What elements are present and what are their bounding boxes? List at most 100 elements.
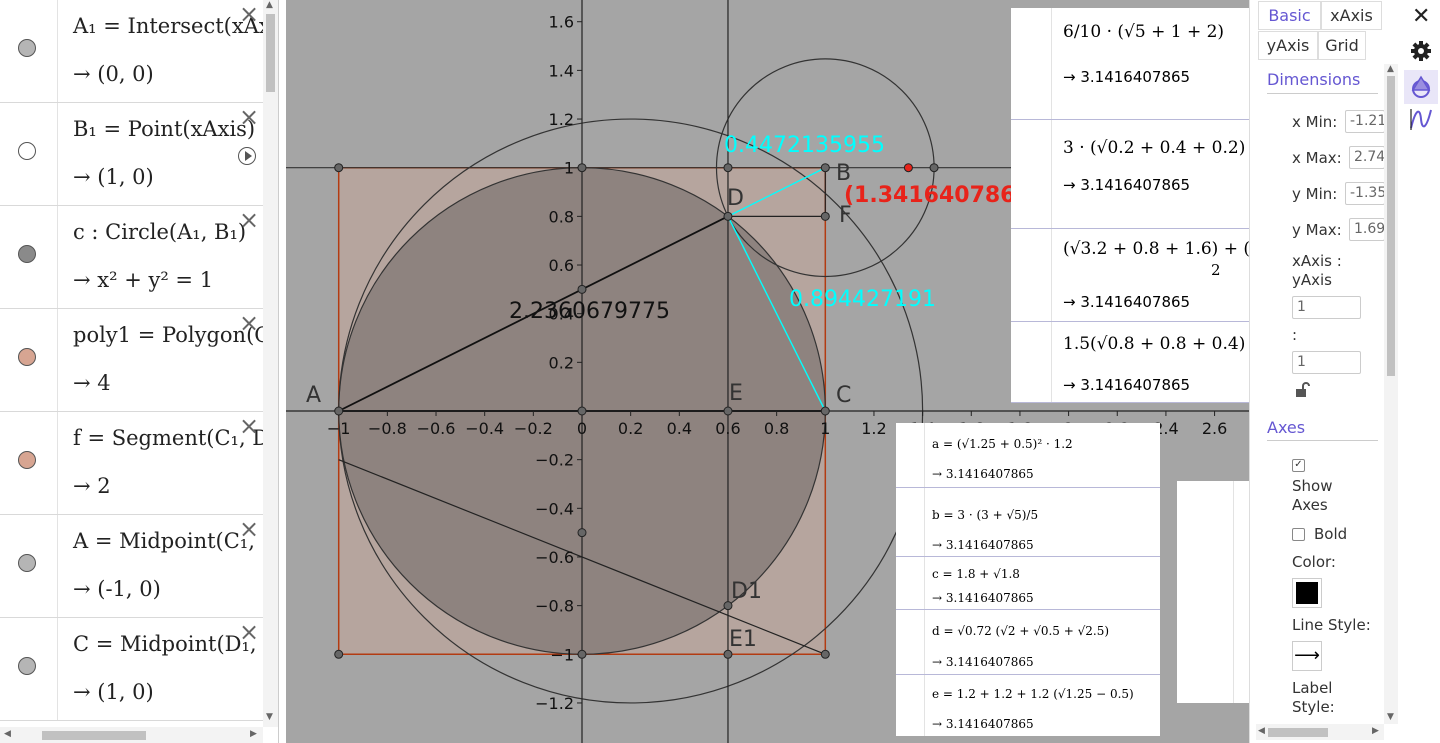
visibility-marble-icon[interactable] <box>18 39 36 57</box>
visibility-marble-icon[interactable] <box>18 142 36 160</box>
style-bar-vertical-scroll-thumb[interactable] <box>1387 76 1395 376</box>
cas-panel-bottom: a = (√1.25 + 0.5)² · 1.2 → 3.1416407865 … <box>896 423 1160 736</box>
algebra-definition[interactable]: c : Circle(A₁, B₁) <box>73 220 246 244</box>
color-label: Color: <box>1292 553 1336 571</box>
delete-icon[interactable]: × <box>239 414 259 438</box>
ratio-y-field[interactable]: 1 <box>1292 351 1361 374</box>
algebra-item[interactable]: B₁ = Point(xAxis) → (1, 0) × <box>0 103 263 206</box>
blank-panel-divider <box>1233 481 1234 703</box>
algebra-item[interactable]: c : Circle(A₁, B₁) → x² + y² = 1 × <box>0 206 263 309</box>
x-tick-label: −0.4 <box>465 419 504 438</box>
cas-panel-top: 6/10 · (√5 + 1 + 2) → 3.1416407865 3 · (… <box>1011 8 1249 403</box>
ratio-yaxis-label: yAxis <box>1292 271 1332 289</box>
x-tick-label: 0.2 <box>618 419 643 438</box>
cas-result: → 3.1416407865 <box>1063 293 1191 311</box>
cas-expression: 3 · (√0.2 + 0.4 + 0.2) <box>1063 138 1246 158</box>
visibility-toggle[interactable] <box>0 412 58 514</box>
algebra-value: → 2 <box>73 474 111 498</box>
algebra-horizontal-scrollbar[interactable]: ◀ ▶ <box>0 727 263 743</box>
cas-cell[interactable]: b = 3 · (3 + √5)/5 → 3.1416407865 <box>896 488 1160 557</box>
delete-icon[interactable]: × <box>239 517 259 541</box>
cas-cell[interactable]: c = 1.8 + √1.8 → 3.1416407865 <box>896 557 1160 610</box>
point <box>820 211 830 221</box>
x-tick-label: −1 <box>327 419 351 438</box>
ymax-field[interactable]: 1.693 <box>1349 218 1385 241</box>
algebra-item[interactable]: A₁ = Intersect(xAx → (0, 0) × <box>0 0 271 103</box>
visibility-marble-icon[interactable] <box>18 451 36 469</box>
cas-cell[interactable]: 1.5(√0.8 + 0.8 + 0.4) → 3.1416407865 <box>1011 322 1249 403</box>
axis-color-button[interactable] <box>1292 578 1322 608</box>
x-tick-label: 1.2 <box>861 419 886 438</box>
bold-checkbox[interactable] <box>1292 528 1305 541</box>
visibility-marble-icon[interactable] <box>18 245 36 263</box>
delete-icon[interactable]: × <box>239 620 259 644</box>
xmin-field[interactable]: -1.213 <box>1345 110 1385 133</box>
xmax-field[interactable]: 2.742 <box>1349 146 1385 169</box>
algebra-item[interactable]: f = Segment(C₁, D → 2 × <box>0 412 269 515</box>
visibility-toggle[interactable] <box>0 309 58 411</box>
visibility-toggle[interactable] <box>0 103 58 205</box>
cas-result: → 3.1416407865 <box>1063 176 1191 194</box>
style-bar-horizontal-scroll-thumb[interactable] <box>1268 728 1328 737</box>
ymin-field[interactable]: -1.350 <box>1345 182 1385 205</box>
cas-expression-denominator: 2 <box>1211 261 1221 279</box>
cas-cell[interactable]: a = (√1.25 + 0.5)² · 1.2 → 3.1416407865 <box>896 423 1160 488</box>
cas-cell[interactable]: 3 · (√0.2 + 0.4 + 0.2) → 3.1416407865 <box>1011 120 1249 229</box>
graphics-view-icon[interactable] <box>1404 70 1438 104</box>
delete-icon[interactable]: × <box>239 2 259 26</box>
algebra-item[interactable]: A = Midpoint(C₁, → (-1, 0) × <box>0 515 263 618</box>
visibility-toggle[interactable] <box>0 515 58 617</box>
algebra-vertical-scroll-thumb[interactable] <box>266 14 275 92</box>
tab-basic[interactable]: Basic <box>1258 1 1321 30</box>
show-axes-checkbox[interactable]: ✓ <box>1292 459 1305 472</box>
y-tick-label: 0.8 <box>549 207 574 226</box>
visibility-toggle[interactable] <box>0 206 58 308</box>
visibility-marble-icon[interactable] <box>18 348 36 366</box>
visibility-toggle[interactable] <box>0 0 58 102</box>
visibility-marble-icon[interactable] <box>18 657 36 675</box>
y-tick-label: 1 <box>564 159 574 178</box>
cas-result: → 3.1416407865 <box>1063 68 1191 86</box>
axis-color-swatch <box>1296 582 1318 604</box>
cas-cell[interactable]: e = 1.2 + 1.2 + 1.2 (√1.25 − 0.5) → 3.14… <box>896 675 1160 735</box>
point <box>577 649 587 659</box>
axes-divider <box>1267 440 1378 441</box>
ratio-x-field[interactable]: 1 <box>1292 296 1361 319</box>
label-A: A <box>306 383 321 408</box>
algebra-item[interactable]: C = Midpoint(D₁, → (1, 0) × <box>0 618 263 721</box>
delete-icon[interactable]: × <box>239 105 259 129</box>
close-icon[interactable]: ✕ <box>1412 4 1430 29</box>
function-graph-icon[interactable] <box>1408 106 1434 136</box>
visibility-marble-icon[interactable] <box>18 554 36 572</box>
delete-icon[interactable]: × <box>239 208 259 232</box>
cas-expression: 1.5(√0.8 + 0.8 + 0.4) <box>1063 334 1246 354</box>
cas-cell[interactable]: 6/10 · (√5 + 1 + 2) → 3.1416407865 <box>1011 8 1249 120</box>
gear-icon[interactable] <box>1410 40 1432 66</box>
algebra-horizontal-scroll-thumb[interactable] <box>42 731 146 740</box>
algebra-vertical-scrollbar[interactable]: ▲ ▼ <box>263 0 278 727</box>
point-red <box>903 163 913 173</box>
x-tick-label: 1 <box>820 419 830 438</box>
visibility-toggle[interactable] <box>0 618 58 720</box>
cas-cell[interactable]: (√3.2 + 0.8 + 1.6) + (√ 2 → 3.1416407865 <box>1011 229 1249 322</box>
tab-grid[interactable]: Grid <box>1318 31 1366 60</box>
point <box>334 406 344 416</box>
point <box>723 406 733 416</box>
tab-xaxis[interactable]: xAxis <box>1321 1 1382 30</box>
point <box>929 163 939 173</box>
play-icon[interactable] <box>238 147 256 165</box>
algebra-value: → x² + y² = 1 <box>73 268 214 292</box>
algebra-definition[interactable]: A = Midpoint(C₁, <box>73 529 255 553</box>
delete-icon[interactable]: × <box>239 311 259 335</box>
algebra-definition[interactable]: C = Midpoint(D₁, <box>73 632 257 656</box>
algebra-item[interactable]: poly1 = Polygon(C → 4 × <box>0 309 270 412</box>
algebra-definition[interactable]: B₁ = Point(xAxis) <box>73 117 255 141</box>
tab-yaxis[interactable]: yAxis <box>1258 31 1318 60</box>
style-bar-vertical-scrollbar[interactable]: ▲ ▼ <box>1384 64 1398 724</box>
unlock-icon[interactable] <box>1294 382 1310 402</box>
style-bar-horizontal-scrollbar[interactable]: ◀ ▶ <box>1256 724 1384 740</box>
cas-cell[interactable]: d = √0.72 (√2 + √0.5 + √2.5) → 3.1416407… <box>896 610 1160 675</box>
line-style-button[interactable]: ⟶ <box>1292 641 1322 671</box>
cas-result: → 3.1416407865 <box>1063 376 1191 394</box>
graphics-view[interactable]: −1−0.8−0.6−0.4−0.200.20.40.60.811.21.41.… <box>286 0 1249 743</box>
